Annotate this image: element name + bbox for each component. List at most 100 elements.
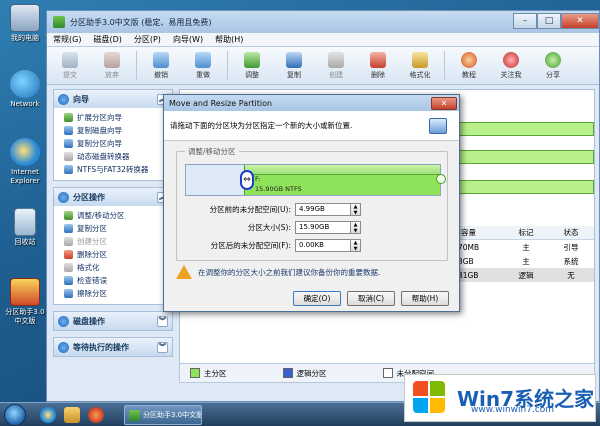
apply-button[interactable]: 提交 xyxy=(49,47,91,84)
wizard-copy-disk[interactable]: 复制磁盘向导 xyxy=(64,124,168,137)
op-copy-partition[interactable]: 复制分区 xyxy=(64,222,168,235)
left-resize-handle[interactable]: ⇔ xyxy=(240,170,254,190)
op-wipe-partition[interactable]: 擦除分区 xyxy=(64,287,168,300)
spin-icon[interactable]: ▲ ▼ xyxy=(351,202,361,216)
desktop-icon-network[interactable]: Network xyxy=(3,70,47,109)
partition-icon xyxy=(58,191,69,203)
wizard-panel-header[interactable]: 向导 ︽ xyxy=(54,90,172,108)
desktop-icon-computer[interactable]: 我的电脑 xyxy=(3,4,47,43)
resize-button[interactable]: 调整 xyxy=(231,47,273,84)
op-resize-move[interactable]: 调整/移动分区 xyxy=(64,209,168,222)
menu-disk[interactable]: 磁盘(D) xyxy=(93,34,121,45)
partition-size-input[interactable]: 15.90GB xyxy=(295,220,351,234)
delete-button[interactable]: 删除 xyxy=(357,47,399,84)
share-button[interactable]: 分享 xyxy=(532,47,574,84)
dialog-instruction: 请拖动下面的分区块为分区指定一个新的大小或新位置. xyxy=(170,121,353,130)
wizard-ntfs-fat32[interactable]: NTFS与FAT32转换器 xyxy=(64,163,168,176)
table-row[interactable]: 8.08GB 主 系统 xyxy=(446,254,594,268)
partition-info: 15.90GB NTFS xyxy=(255,185,302,193)
op-format[interactable]: 格式化 xyxy=(64,261,168,274)
dialog-close-button[interactable]: ✕ xyxy=(431,96,457,110)
unallocated-after-input[interactable]: 0.00KB xyxy=(295,238,351,252)
tutorial-button[interactable]: 教程 xyxy=(448,47,490,84)
media-player-quicklaunch-icon[interactable] xyxy=(88,407,104,423)
delete-icon xyxy=(370,51,386,68)
redo-button[interactable]: 重做 xyxy=(182,47,224,84)
create-button[interactable]: 创建 xyxy=(315,47,357,84)
desktop-icon-ie[interactable]: Internet Explorer xyxy=(3,138,47,186)
dialog-title-bar[interactable]: Move and Resize Partition ✕ xyxy=(164,95,459,111)
wizard-extend-partition[interactable]: 扩展分区向导 xyxy=(64,111,168,124)
desktop-icon-label: 分区助手3.0中文版 xyxy=(5,308,45,325)
group-label: 调整/移动分区 xyxy=(185,146,239,157)
discard-icon xyxy=(104,51,120,68)
copy-button[interactable]: 复制 xyxy=(273,47,315,84)
close-button[interactable]: ✕ xyxy=(561,13,599,29)
table-row-selected[interactable]: 20.81GB 逻辑 无 xyxy=(446,268,594,282)
follow-button[interactable]: 关注我 xyxy=(490,47,532,84)
right-resize-handle[interactable] xyxy=(436,174,446,184)
desktop-icon-label: Internet Explorer xyxy=(10,168,40,185)
resize-dialog: Move and Resize Partition ✕ 请拖动下面的分区块为分区… xyxy=(163,94,460,312)
desktop-icon-partition-assistant[interactable]: 分区助手3.0中文版 xyxy=(3,278,47,326)
pending-ops-header[interactable]: 等待执行的操作 ︾ xyxy=(54,338,172,356)
discard-button[interactable]: 放弃 xyxy=(91,47,133,84)
backup-warning: 在调整你的分区大小之前我们建议你备份你的重要数据. xyxy=(176,263,448,281)
title-bar[interactable]: 分区助手3.0中文版 (稳定、易用且免费) – □ ✕ xyxy=(47,11,599,33)
desktop-icon-label: 我的电脑 xyxy=(11,34,39,42)
watermark-site: www.winwin7.com xyxy=(471,405,555,415)
minimize-button[interactable]: – xyxy=(513,13,537,29)
disk-ops-header[interactable]: 磁盘操作 ︾ xyxy=(54,312,172,330)
recycle-bin-icon xyxy=(14,208,36,236)
expand-icon[interactable]: ︾ xyxy=(157,341,168,353)
ie-quicklaunch-icon[interactable] xyxy=(40,407,56,423)
format-button[interactable]: 格式化 xyxy=(399,47,441,84)
expand-icon[interactable]: ︾ xyxy=(157,315,168,327)
format-icon xyxy=(64,263,73,272)
wizard-dynamic-disk[interactable]: 动态磁盘转换器 xyxy=(64,150,168,163)
menu-help[interactable]: 帮助(H) xyxy=(215,34,243,45)
desktop-icon-recycle-bin[interactable]: 回收站 xyxy=(3,208,47,247)
resize-group: 调整/移动分区 F: 15.90GB NTFS ⇔ 分区前的未分配空间(U): … xyxy=(176,146,449,261)
help-button[interactable]: 帮助(H) xyxy=(401,291,449,306)
partition-name: F: xyxy=(255,175,261,183)
start-button[interactable] xyxy=(4,404,26,426)
disk-partition-bar[interactable] xyxy=(444,150,594,164)
check-icon xyxy=(64,276,73,285)
partition-block[interactable]: F: 15.90GB NTFS xyxy=(244,165,440,195)
wizard-icon xyxy=(58,93,69,105)
watermark: Win7系统之家 www.winwin7.com xyxy=(404,374,596,422)
dynamic-disk-icon xyxy=(64,152,73,161)
windows-logo-icon xyxy=(413,381,447,415)
unallocated-before-input[interactable]: 4.99GB xyxy=(295,202,351,216)
explorer-quicklaunch-icon[interactable] xyxy=(64,407,80,423)
menu-partition[interactable]: 分区(P) xyxy=(134,34,161,45)
ok-button[interactable]: 确定(O) xyxy=(293,291,341,306)
op-check-errors[interactable]: 检查错误 xyxy=(64,274,168,287)
partition-slider[interactable]: F: 15.90GB NTFS ⇔ xyxy=(185,164,446,196)
wizard-copy-partition[interactable]: 复制分区向导 xyxy=(64,137,168,150)
spin-icon[interactable]: ▲ ▼ xyxy=(351,238,361,252)
computer-icon xyxy=(10,4,40,32)
op-delete-partition[interactable]: 删除分区 xyxy=(64,248,168,261)
partition-assistant-icon xyxy=(129,409,140,421)
op-create-partition[interactable]: 创建分区 xyxy=(64,235,168,248)
spin-icon[interactable]: ▲ ▼ xyxy=(351,220,361,234)
menu-wizard[interactable]: 向导(W) xyxy=(173,34,203,45)
taskbar-item-partition-assistant[interactable]: 分区助手3.0中文版 (... xyxy=(124,405,202,425)
menu-general[interactable]: 常规(G) xyxy=(53,34,81,45)
partition-ops-header[interactable]: 分区操作 ︽ xyxy=(54,188,172,206)
copy-icon xyxy=(286,51,302,68)
disk-partition-bar[interactable] xyxy=(444,122,594,136)
left-sidebar: 向导 ︽ 扩展分区向导 复制磁盘向导 复制分区向导 动态磁盘转换器 NTFS与F… xyxy=(53,89,173,363)
extend-icon xyxy=(64,113,73,122)
disk-icon xyxy=(58,315,69,327)
maximize-button[interactable]: □ xyxy=(537,13,561,29)
undo-button[interactable]: 撤销 xyxy=(140,47,182,84)
cancel-button[interactable]: 取消(C) xyxy=(347,291,395,306)
unallocated-swatch xyxy=(382,368,393,378)
disk-ops-panel: 磁盘操作 ︾ xyxy=(53,311,173,331)
field-size: 分区大小(S): 15.90GB ▲ ▼ xyxy=(177,220,449,234)
disk-partition-bar[interactable] xyxy=(444,180,594,194)
table-row[interactable]: 75.70MB 主 引导 xyxy=(446,240,594,254)
